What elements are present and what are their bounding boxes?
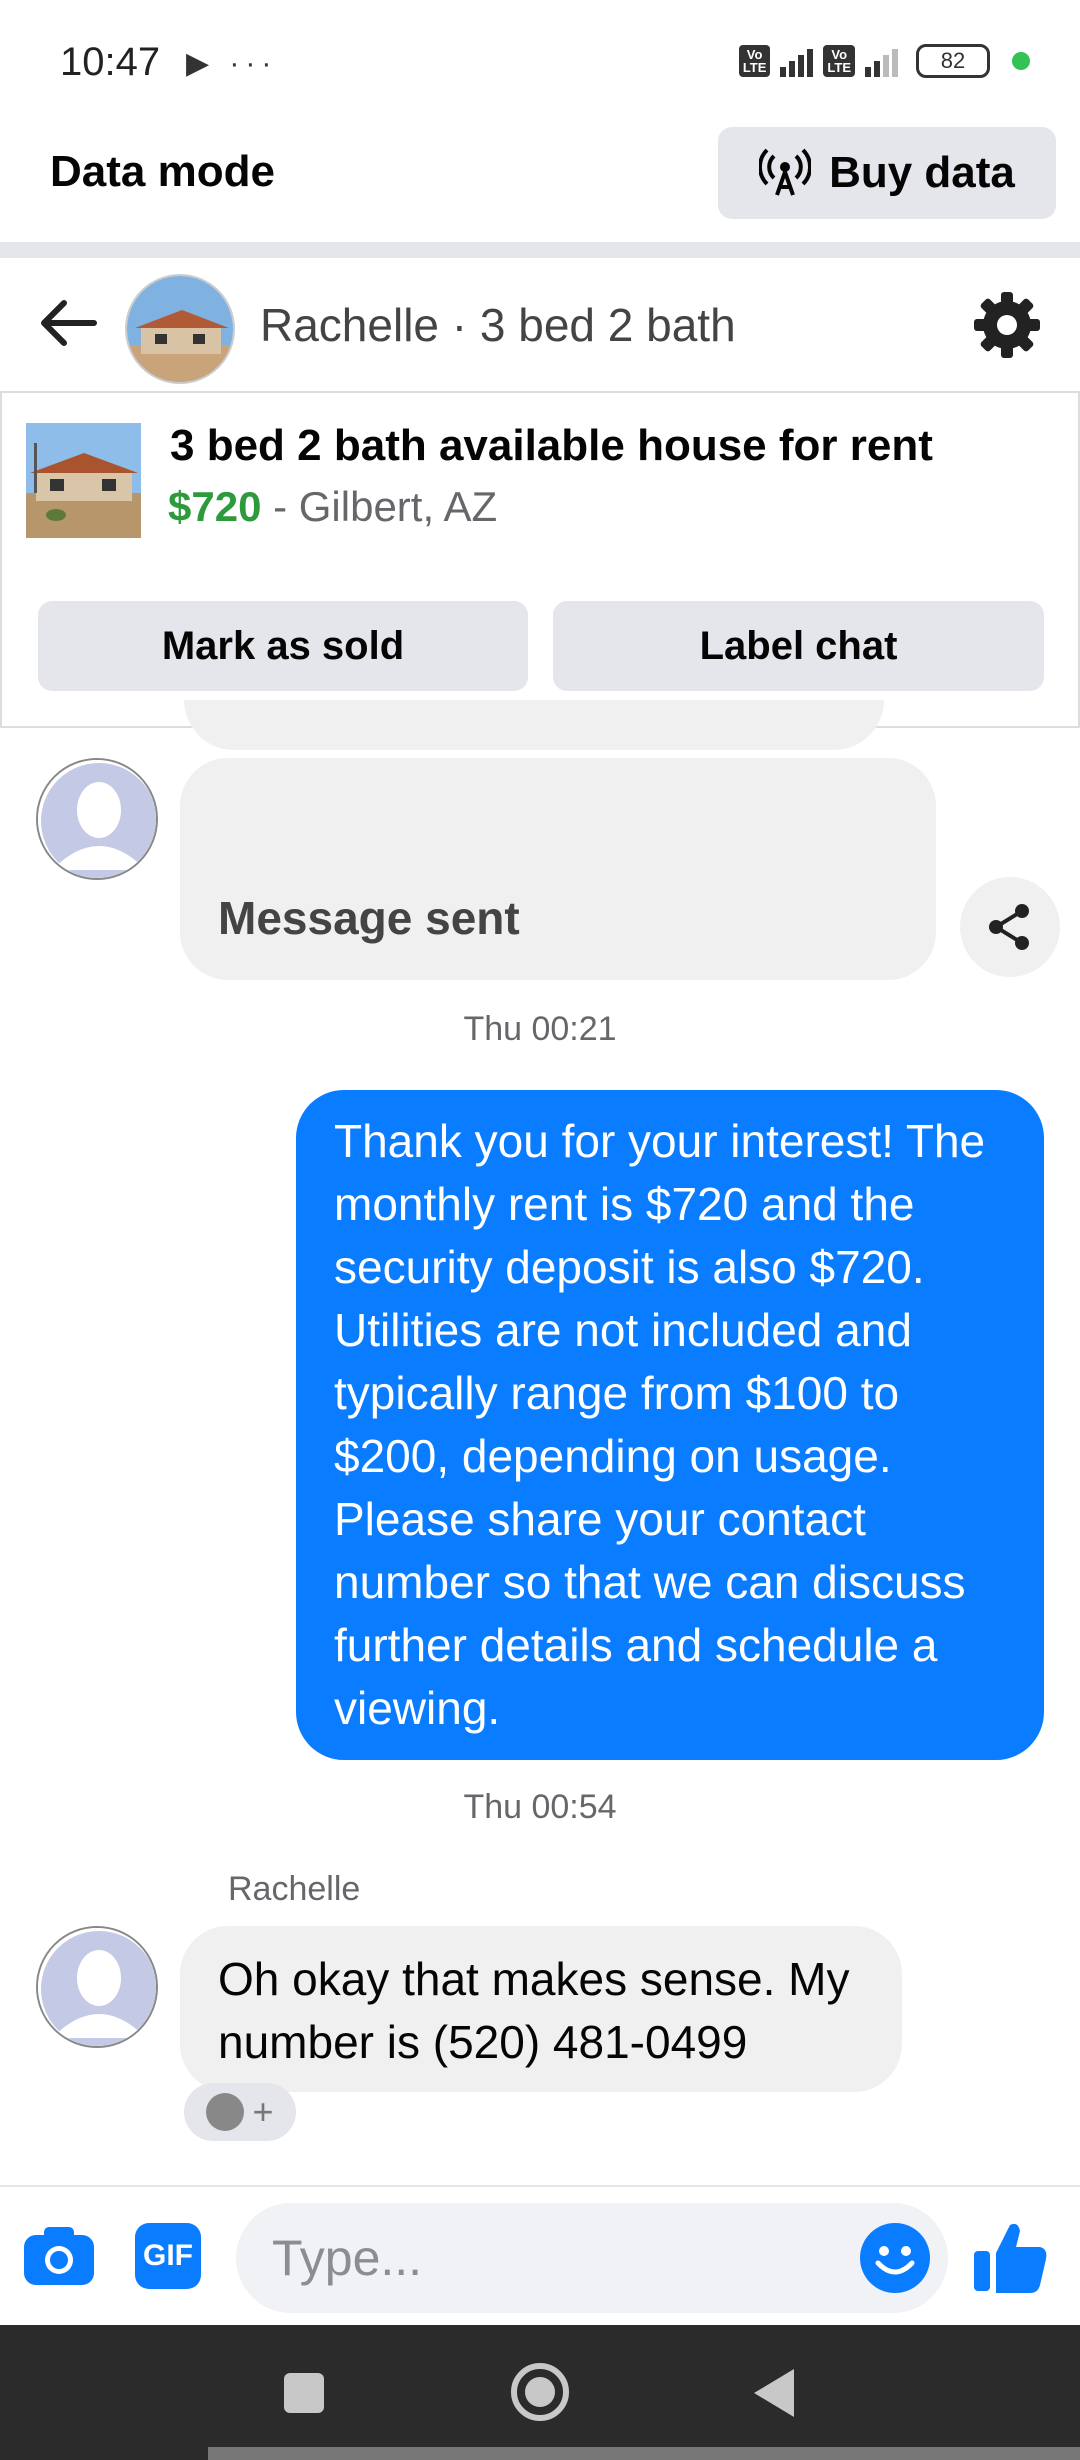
home-button[interactable] bbox=[511, 2363, 569, 2421]
back-arrow-icon[interactable] bbox=[34, 288, 104, 358]
signal-weak-icon bbox=[865, 45, 898, 77]
listing-price: $720 bbox=[168, 483, 262, 530]
notification-icons: ▶ ··· bbox=[186, 47, 278, 80]
mark-as-sold-button[interactable]: Mark as sold bbox=[38, 601, 528, 691]
timestamp: Thu 00:54 bbox=[463, 1788, 617, 1826]
status-right-icons: Vo LTE Vo LTE 82 bbox=[738, 44, 1030, 78]
signal-icon bbox=[780, 45, 814, 77]
timestamp: Thu 00:21 bbox=[463, 1010, 617, 1048]
data-mode-banner: Data mode Buy data bbox=[0, 125, 1080, 245]
add-reaction-plus: + bbox=[252, 2091, 274, 2132]
sender-name: Rachelle bbox=[228, 1870, 361, 1908]
smiley-icon bbox=[206, 2093, 245, 2131]
listing-avatar[interactable] bbox=[125, 274, 235, 384]
buy-data-button[interactable]: Buy data bbox=[718, 127, 1056, 219]
battery-icon: 82 bbox=[916, 44, 990, 78]
listing-location: - Gilbert, AZ bbox=[261, 483, 498, 530]
chat-title: Rachelle · 3 bed 2 bath bbox=[260, 299, 736, 351]
message-composer: GIF bbox=[0, 2185, 1080, 2325]
camera-icon[interactable] bbox=[22, 2223, 96, 2289]
gear-icon[interactable] bbox=[970, 288, 1044, 362]
emoji-icon bbox=[862, 2225, 928, 2291]
system-nav-bar bbox=[0, 2325, 1080, 2460]
house-photo bbox=[26, 423, 141, 538]
previous-message-bubble[interactable] bbox=[184, 700, 884, 750]
status-time: 10:47 bbox=[60, 40, 161, 84]
data-mode-title: Data mode bbox=[50, 147, 275, 196]
message-sent-bubble[interactable]: Message sent bbox=[180, 758, 936, 980]
default-avatar-icon bbox=[38, 760, 156, 878]
thumbs-up-icon[interactable] bbox=[970, 2215, 1052, 2297]
outgoing-message-text: Thank you for your interest! The monthly… bbox=[334, 1115, 986, 1734]
listing-price-line: $720 - Gilbert, AZ bbox=[168, 483, 497, 531]
gif-button[interactable]: GIF bbox=[135, 2223, 201, 2289]
listing-thumbnail[interactable] bbox=[26, 423, 141, 538]
buy-data-label: Buy data bbox=[829, 148, 1015, 197]
privacy-indicator-dot bbox=[1012, 52, 1030, 70]
status-bar: 10:47 ▶ ··· Vo LTE Vo LTE 82 bbox=[0, 0, 1080, 125]
message-input[interactable] bbox=[236, 2203, 948, 2313]
avatar[interactable] bbox=[36, 1926, 158, 2048]
gesture-handle bbox=[208, 2447, 1080, 2460]
incoming-message-bubble[interactable]: Oh okay that makes sense. My number is (… bbox=[180, 1926, 902, 2092]
recents-button[interactable] bbox=[284, 2373, 324, 2413]
back-button[interactable] bbox=[754, 2369, 794, 2417]
outgoing-message-bubble[interactable]: Thank you for your interest! The monthly… bbox=[296, 1090, 1044, 1760]
divider bbox=[0, 242, 1080, 258]
house-photo bbox=[127, 276, 233, 382]
default-avatar-icon bbox=[38, 1928, 156, 2046]
message-sent-text: Message sent bbox=[218, 892, 520, 944]
avatar[interactable] bbox=[36, 758, 158, 880]
listing-title: 3 bed 2 bath available house for rent bbox=[170, 421, 933, 470]
antenna-icon bbox=[759, 148, 812, 196]
emoji-button[interactable] bbox=[860, 2223, 930, 2293]
label-chat-button[interactable]: Label chat bbox=[553, 601, 1044, 691]
share-button[interactable] bbox=[960, 877, 1060, 977]
add-reaction-button[interactable]: + bbox=[184, 2083, 296, 2141]
volte-icon: Vo LTE bbox=[738, 45, 771, 77]
listing-card: 3 bed 2 bath available house for rent $7… bbox=[0, 393, 1080, 728]
chat-header: Rachelle · 3 bed 2 bath bbox=[0, 258, 1080, 393]
volte-icon-2: Vo LTE bbox=[823, 45, 855, 77]
share-icon bbox=[989, 904, 1029, 950]
incoming-message-text: Oh okay that makes sense. My number is (… bbox=[218, 1953, 850, 2068]
